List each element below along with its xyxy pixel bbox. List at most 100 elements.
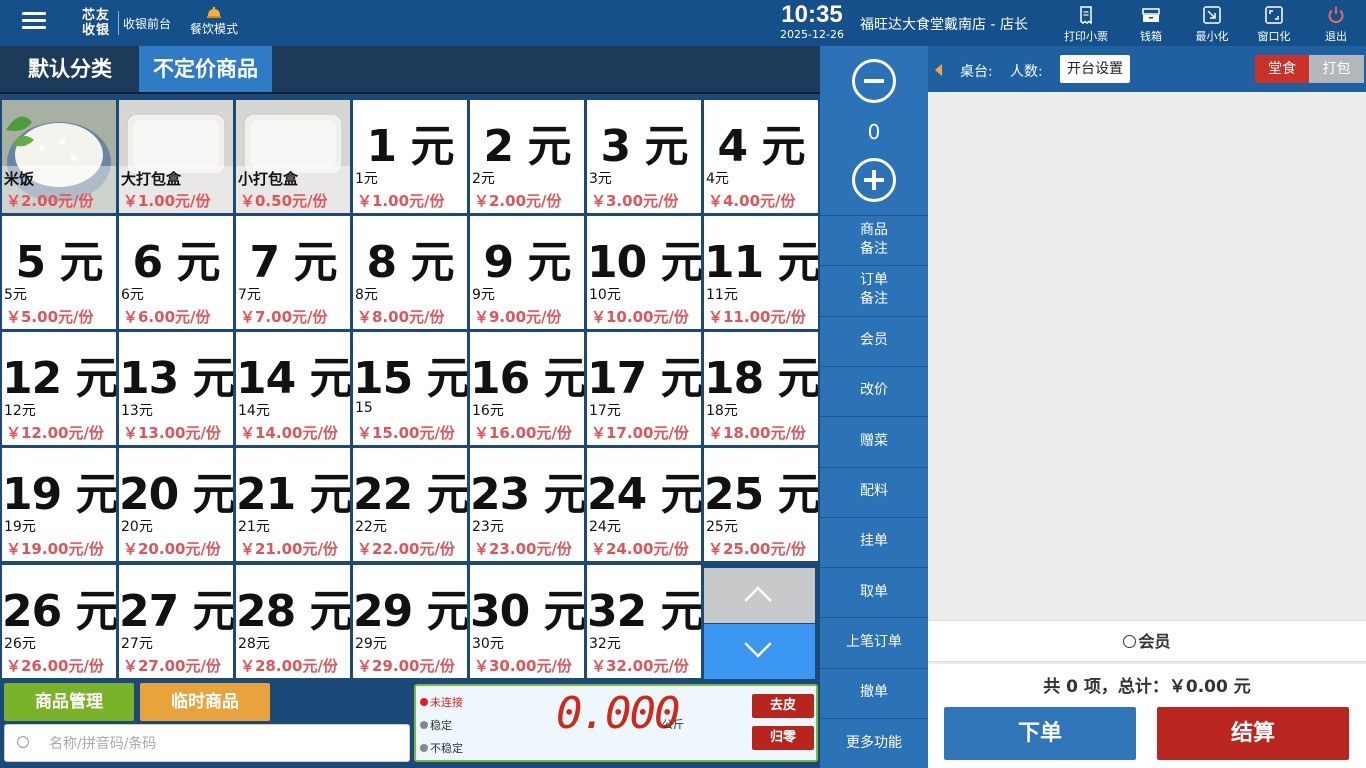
product-card[interactable]: 26 元 26元 ￥26.00元/份: [2, 565, 116, 678]
people-label: 人数:: [1010, 64, 1043, 80]
retrieve-order-button[interactable]: 取单: [820, 567, 928, 616]
temporary-goods-button[interactable]: 临时商品: [140, 683, 270, 721]
hold-order-button[interactable]: 挂单: [820, 516, 928, 566]
product-price: ￥10.00元/份: [591, 308, 689, 326]
product-card[interactable]: 21 元 21元 ￥21.00元/份: [236, 448, 350, 561]
ingredients-button[interactable]: 配料: [820, 466, 928, 516]
product-card[interactable]: 24 元 24元 ￥24.00元/份: [587, 448, 701, 561]
product-price: ￥30.00元/份: [474, 657, 572, 675]
member-button[interactable]: 会员: [820, 315, 928, 365]
product-card[interactable]: 4 元 4元 ￥4.00元/份: [704, 100, 818, 213]
app-subtitle: 收银前台: [123, 17, 172, 31]
product-card[interactable]: 18 元 18元 ￥18.00元/份: [704, 332, 818, 445]
product-card[interactable]: 6 元 6元 ￥6.00元/份: [119, 216, 233, 329]
action-button-label: 取单: [860, 583, 888, 600]
product-card[interactable]: 大打包盒 ￥1.00元/份: [119, 100, 233, 213]
product-card[interactable]: 7 元 7元 ￥7.00元/份: [236, 216, 350, 329]
product-price: ￥8.00元/份: [357, 308, 445, 326]
product-card[interactable]: 30 元 30元 ￥30.00元/份: [470, 565, 584, 678]
open-table-settings-button[interactable]: 开台设置: [1060, 55, 1130, 83]
product-price: ￥18.00元/份: [708, 424, 806, 442]
product-card[interactable]: 22 元 22元 ￥22.00元/份: [353, 448, 467, 561]
tab-default-category[interactable]: 默认分类: [6, 46, 134, 92]
clock-time: 10:35: [781, 1, 843, 28]
checkout-button[interactable]: 结算: [1157, 707, 1349, 760]
chevron-down-icon: [744, 630, 772, 658]
gift-dish-button[interactable]: 赠菜: [820, 416, 928, 465]
window-mode-button[interactable]: 窗口化: [1244, 5, 1304, 44]
menu-icon[interactable]: [22, 12, 46, 34]
product-price: ￥11.00元/份: [708, 308, 806, 326]
product-card[interactable]: 29 元 29元 ￥29.00元/份: [353, 565, 467, 678]
product-name: 25元: [706, 519, 738, 535]
zero-button[interactable]: 归零: [752, 726, 814, 750]
product-display-price: 13 元: [119, 353, 233, 404]
dine-in-toggle[interactable]: 堂食: [1255, 55, 1309, 83]
last-order-button[interactable]: 上笔订单: [820, 617, 928, 666]
minimize-button[interactable]: 最小化: [1182, 5, 1242, 44]
place-order-button[interactable]: 下单: [944, 707, 1136, 760]
product-card[interactable]: 27 元 27元 ￥27.00元/份: [119, 565, 233, 678]
product-card[interactable]: 23 元 23元 ￥23.00元/份: [470, 448, 584, 561]
search-icon: [17, 736, 29, 748]
cancel-order-button[interactable]: 撤单: [820, 667, 928, 717]
member-search-button[interactable]: 会员: [928, 620, 1366, 662]
more-functions-button[interactable]: 更多功能: [820, 718, 928, 767]
product-name: 29元: [355, 636, 387, 652]
minimize-icon: [1203, 6, 1221, 24]
minus-icon[interactable]: [852, 59, 896, 103]
product-card[interactable]: 14 元 14元 ￥14.00元/份: [236, 332, 350, 445]
action-button-label: 上笔订单: [846, 633, 902, 650]
product-card[interactable]: 32 元 32元 ￥32.00元/份: [587, 565, 701, 678]
collapse-arrow-icon[interactable]: [935, 64, 942, 76]
product-card[interactable]: 10 元 10元 ￥10.00元/份: [587, 216, 701, 329]
product-price: ￥17.00元/份: [591, 424, 689, 442]
product-card[interactable]: 20 元 20元 ￥20.00元/份: [119, 448, 233, 561]
search-input[interactable]: [49, 733, 399, 755]
takeout-toggle[interactable]: 打包: [1309, 55, 1364, 83]
print-receipt-label: 打印小票: [1064, 30, 1108, 43]
scale-status-stable-label: 稳定: [430, 719, 452, 732]
product-card[interactable]: 19 元 19元 ￥19.00元/份: [2, 448, 116, 561]
goods-management-button[interactable]: 商品管理: [4, 683, 134, 721]
product-card[interactable]: 9 元 9元 ￥9.00元/份: [470, 216, 584, 329]
tare-button[interactable]: 去皮: [752, 694, 814, 718]
top-bar: 芯友 收银 收银前台 餐饮模式 10:35 2025-12-26 福旺达大食堂戴…: [0, 0, 1366, 46]
clock-date: 2025-12-26: [780, 28, 844, 41]
product-card[interactable]: 米饭 ￥2.00元/份: [2, 100, 116, 213]
product-card[interactable]: 11 元 11元 ￥11.00元/份: [704, 216, 818, 329]
product-price: ￥24.00元/份: [591, 540, 689, 558]
product-display-price: 16 元: [470, 353, 584, 404]
product-price: ￥2.00元/份: [6, 192, 94, 210]
product-price: ￥27.00元/份: [123, 657, 221, 675]
print-receipt-button[interactable]: 打印小票: [1056, 5, 1116, 44]
product-card[interactable]: 13 元 13元 ￥13.00元/份: [119, 332, 233, 445]
exit-button[interactable]: 退出: [1306, 5, 1366, 44]
page-up-button[interactable]: [704, 568, 815, 623]
product-card[interactable]: 小打包盒 ￥0.50元/份: [236, 100, 350, 213]
product-price: ￥32.00元/份: [591, 657, 689, 675]
product-card[interactable]: 1 元 1元 ￥1.00元/份: [353, 100, 467, 213]
plus-icon[interactable]: [852, 158, 896, 202]
page-down-button[interactable]: [704, 624, 815, 679]
product-card[interactable]: 5 元 5元 ￥5.00元/份: [2, 216, 116, 329]
product-card[interactable]: 28 元 28元 ￥28.00元/份: [236, 565, 350, 678]
product-name: 18元: [706, 403, 738, 419]
dining-mode-button[interactable]: 餐饮模式: [188, 6, 240, 37]
product-card[interactable]: 8 元 8元 ￥8.00元/份: [353, 216, 467, 329]
product-display-price: 29 元: [353, 586, 467, 637]
product-price: ￥3.00元/份: [591, 192, 679, 210]
order-note-button[interactable]: 订单 备注: [820, 265, 928, 314]
item-note-button[interactable]: 商品 备注: [820, 215, 928, 264]
tab-unpriced-goods[interactable]: 不定价商品: [139, 46, 272, 92]
product-card[interactable]: 25 元 25元 ￥25.00元/份: [704, 448, 818, 561]
product-card[interactable]: 16 元 16元 ￥16.00元/份: [470, 332, 584, 445]
product-card[interactable]: 17 元 17元 ￥17.00元/份: [587, 332, 701, 445]
product-card[interactable]: 3 元 3元 ￥3.00元/份: [587, 100, 701, 213]
cash-drawer-button[interactable]: 钱箱: [1121, 5, 1181, 44]
product-card[interactable]: 15 元 15 ￥15.00元/份: [353, 332, 467, 445]
cash-drawer-label: 钱箱: [1140, 30, 1162, 43]
product-card[interactable]: 2 元 2元 ￥2.00元/份: [470, 100, 584, 213]
product-card[interactable]: 12 元 12元 ￥12.00元/份: [2, 332, 116, 445]
change-price-button[interactable]: 改价: [820, 365, 928, 415]
